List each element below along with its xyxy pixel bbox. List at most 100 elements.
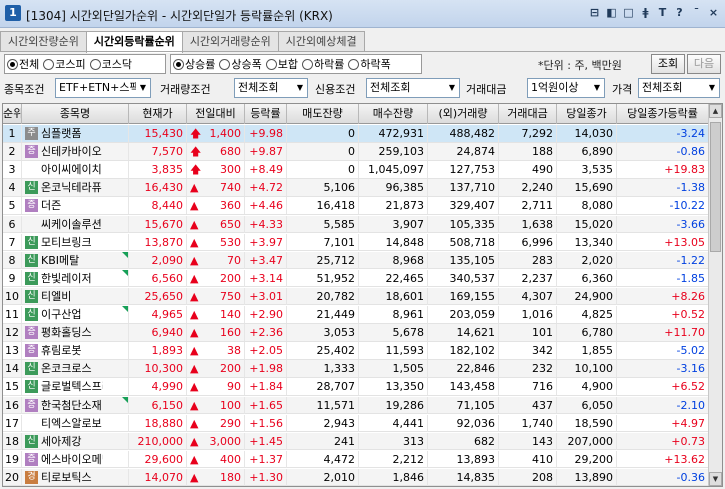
stock-name-cell[interactable]: 신 온코닉테라퓨 — [22, 179, 129, 197]
stock-name[interactable]: 티로보틱스 — [41, 469, 103, 486]
stock-name[interactable]: 휴림로봇 — [41, 342, 103, 359]
stock-name-cell[interactable]: 증 휴림로봇 — [22, 342, 129, 360]
stock-name[interactable]: 이구산업 — [41, 306, 103, 323]
link-icon[interactable]: ◧ — [604, 5, 619, 21]
price-select[interactable]: 전체조회 ▼ — [638, 78, 720, 98]
stock-cond-select[interactable]: ETF+ETN+스팩 제외 ▼ — [55, 78, 151, 98]
table-row[interactable]: 12 증 평화홀딩스 6,940 ▲ 160 +2.36 3,053 5,678 14,621 10… — [3, 324, 709, 342]
table-row[interactable]: 9 신 한빛레이저 6,560 ▲ 200 +3.14 51,952 22,465 340,537… — [3, 269, 709, 288]
ranking-grid[interactable]: 순위 종목명 현재가 전일대비 등락률 매도잔량 매수잔량 (외)거래량 거래대금 당일종가 당일종… — [2, 103, 723, 487]
hdr-sell-remaining[interactable]: 매도잔량 — [287, 104, 359, 124]
radio-fall-rate[interactable]: 하락률 — [302, 56, 344, 72]
hdr-change[interactable]: 전일대비 — [187, 104, 245, 124]
hdr-close-rate[interactable]: 당일종가등락률 — [617, 104, 709, 124]
table-row[interactable]: 7 신 모티브링크 13,870 ▲ 530 +3.97 7,101 14,848 508,718… — [3, 233, 709, 252]
chevron-down-icon[interactable]: ▼ — [705, 79, 719, 97]
table-row[interactable]: 3 아이씨에이치 3,835 🡅 300 +8.49 0 1,045,097 127,753 49… — [3, 161, 709, 179]
chevron-down-icon[interactable]: ▼ — [293, 79, 307, 97]
volume-cond-select[interactable]: 전체조회 ▼ — [234, 78, 308, 98]
radio-dot[interactable] — [348, 58, 360, 70]
minimize-icon[interactable]: ˉ — [689, 5, 704, 21]
stock-name[interactable]: 온코크로스 — [41, 360, 103, 377]
stock-name[interactable]: 모티브링크 — [41, 234, 103, 251]
stock-name[interactable]: 한빛레이저 — [41, 270, 103, 287]
radio-dot[interactable] — [7, 58, 18, 70]
help-icon[interactable]: ? — [672, 5, 687, 21]
stock-name-cell[interactable]: 증 더즌 — [22, 197, 129, 215]
table-row[interactable]: 10 신 티엘비 25,650 ▲ 750 +3.01 20,782 18,601 169,155… — [3, 287, 709, 306]
amount-select[interactable]: 1억원이상 ▼ — [527, 78, 605, 98]
table-row[interactable]: 17 티엑스알로보 18,880 ▲ 290 +1.56 2,943 4,441 92,036 1… — [3, 414, 709, 433]
table-row[interactable]: 18 신 세아제강 210,000 ▲ 3,000 +1.45 241 313 682 143 207… — [3, 432, 709, 451]
radio-flat[interactable]: 보합 — [265, 56, 298, 72]
hdr-price[interactable]: 현재가 — [129, 104, 187, 124]
radio-dot[interactable] — [89, 58, 101, 70]
window-list-icon[interactable]: □ — [621, 5, 636, 21]
stock-name-cell[interactable]: 경 티로보틱스 — [22, 468, 129, 486]
radio-market-kospi[interactable]: 코스피 — [43, 56, 86, 72]
radio-market-kosdaq[interactable]: 코스닥 — [89, 56, 132, 72]
stock-name[interactable]: 온코닉테라퓨 — [41, 179, 103, 196]
stock-name[interactable]: 심플랫폼 — [41, 125, 103, 142]
table-row[interactable]: 19증에스바이오메딕29,600▲400+1.374,4722,21213,89… — [3, 450, 709, 469]
hdr-amount[interactable]: 거래대금 — [499, 104, 557, 124]
font-size-icon[interactable]: T — [655, 5, 670, 21]
radio-dot[interactable] — [219, 58, 231, 70]
query-button[interactable]: 조회 — [651, 54, 685, 74]
stock-name[interactable]: 글로벌텍스프리 — [41, 378, 103, 395]
tab-afterhours-volume[interactable]: 시간외거래량순위 — [181, 31, 279, 52]
close-icon[interactable]: × — [706, 5, 721, 21]
table-row[interactable]: 8 신 KBI메탈 2,090 ▲ 70 +3.47 25,712 8,968 135,105 28… — [3, 251, 709, 270]
stock-name[interactable]: 더즌 — [41, 197, 103, 214]
radio-dot[interactable] — [43, 58, 55, 70]
tab-afterhours-expected[interactable]: 시간외예상체결 — [277, 31, 365, 52]
stock-name-cell[interactable]: 신 세아제강 — [22, 432, 129, 450]
screen-menu-icon[interactable]: ⊟ — [587, 5, 602, 21]
stock-name-cell[interactable]: 증에스바이오메딕 — [22, 450, 129, 468]
stock-name[interactable]: 티엑스알로보 — [41, 415, 103, 432]
scroll-down-icon[interactable]: ▼ — [709, 472, 722, 486]
stock-name-cell[interactable]: 씨케이솔루션 — [22, 215, 129, 233]
stock-name[interactable]: 아이씨에이치 — [41, 161, 103, 178]
table-row[interactable]: 16 증 한국첨단소재 6,150 ▲ 100 +1.65 11,571 19,286 71,10… — [3, 396, 709, 414]
chevron-down-icon[interactable]: ▼ — [590, 79, 604, 97]
chevron-down-icon[interactable]: ▼ — [445, 79, 459, 97]
stock-name-cell[interactable]: 증 한국첨단소재 — [22, 396, 129, 414]
stock-name-cell[interactable]: 신 온코크로스 — [22, 360, 129, 378]
table-row[interactable]: 20 경 티로보틱스 14,070 ▲ 180 +1.30 2,010 1,846 14,835 2… — [3, 468, 709, 486]
hdr-buy-remaining[interactable]: 매수잔량 — [359, 104, 428, 124]
table-row[interactable]: 13 증 휴림로봇 1,893 ▲ 38 +2.05 25,402 11,593 182,102 3… — [3, 342, 709, 360]
scroll-up-icon[interactable]: ▲ — [709, 104, 722, 118]
table-row[interactable]: 11 신 이구산업 4,965 ▲ 140 +2.90 21,449 8,961 203,059 1… — [3, 306, 709, 324]
table-row[interactable]: 2 증 신테카바이오 7,570 🡅 680 +9.87 0 259,103 24,874 188 6… — [3, 143, 709, 161]
hdr-close[interactable]: 당일종가 — [557, 104, 617, 124]
hdr-volume[interactable]: (외)거래량 — [428, 104, 499, 124]
radio-market-all[interactable]: 전체 — [7, 56, 39, 72]
stock-name[interactable]: 세아제강 — [41, 433, 103, 450]
tab-afterhours-change-rate[interactable]: 시간외등락률순위 — [85, 31, 183, 53]
stock-name-cell[interactable]: 신 한빛레이저 — [22, 269, 129, 287]
stock-name[interactable]: KBI메탈 — [41, 252, 103, 269]
table-row[interactable]: 1 주 심플랫폼 15,430 🡅 1,400 +9.98 0 472,931 488,482 7,… — [3, 125, 709, 143]
radio-fall-amount[interactable]: 하락폭 — [348, 56, 391, 72]
table-row[interactable]: 6 씨케이솔루션 15,670 ▲ 650 +4.33 5,585 3,907 105,335 1… — [3, 215, 709, 233]
stock-name-cell[interactable]: 증 평화홀딩스 — [22, 324, 129, 342]
chevron-down-icon[interactable]: ▼ — [136, 79, 150, 97]
tab-afterhours-remaining[interactable]: 시간외잔량순위 — [0, 31, 87, 52]
table-row[interactable]: 5 증 더즌 8,440 ▲ 360 +4.46 16,418 21,873 329,407 2,7… — [3, 197, 709, 215]
stock-name-cell[interactable]: 신 티엘비 — [22, 287, 129, 305]
stock-name-cell[interactable]: 신 KBI메탈 — [22, 251, 129, 269]
table-row[interactable]: 4 신 온코닉테라퓨 16,430 ▲ 740 +4.72 5,106 96,385 137,71… — [3, 179, 709, 197]
credit-cond-select[interactable]: 전체조회 ▼ — [366, 78, 460, 98]
stock-name-cell[interactable]: 신 모티브링크 — [22, 233, 129, 251]
table-row[interactable]: 14 신 온코크로스 10,300 ▲ 200 +1.98 1,333 1,505 22,846 2… — [3, 360, 709, 378]
hdr-name[interactable]: 종목명 — [22, 104, 129, 124]
stock-name[interactable]: 씨케이솔루션 — [41, 216, 103, 233]
stock-name-cell[interactable]: 아이씨에이치 — [22, 161, 129, 179]
radio-dot[interactable] — [265, 58, 277, 70]
next-button[interactable]: 다음 — [687, 54, 721, 74]
stock-name[interactable]: 한국첨단소재 — [41, 397, 103, 414]
stock-name[interactable]: 신테카바이오 — [41, 143, 103, 160]
radio-rise-rate[interactable]: 상승률 — [173, 56, 215, 72]
table-row[interactable]: 15신글로벌텍스프리4,990▲90+1.8428,70713,350143,4… — [3, 378, 709, 396]
